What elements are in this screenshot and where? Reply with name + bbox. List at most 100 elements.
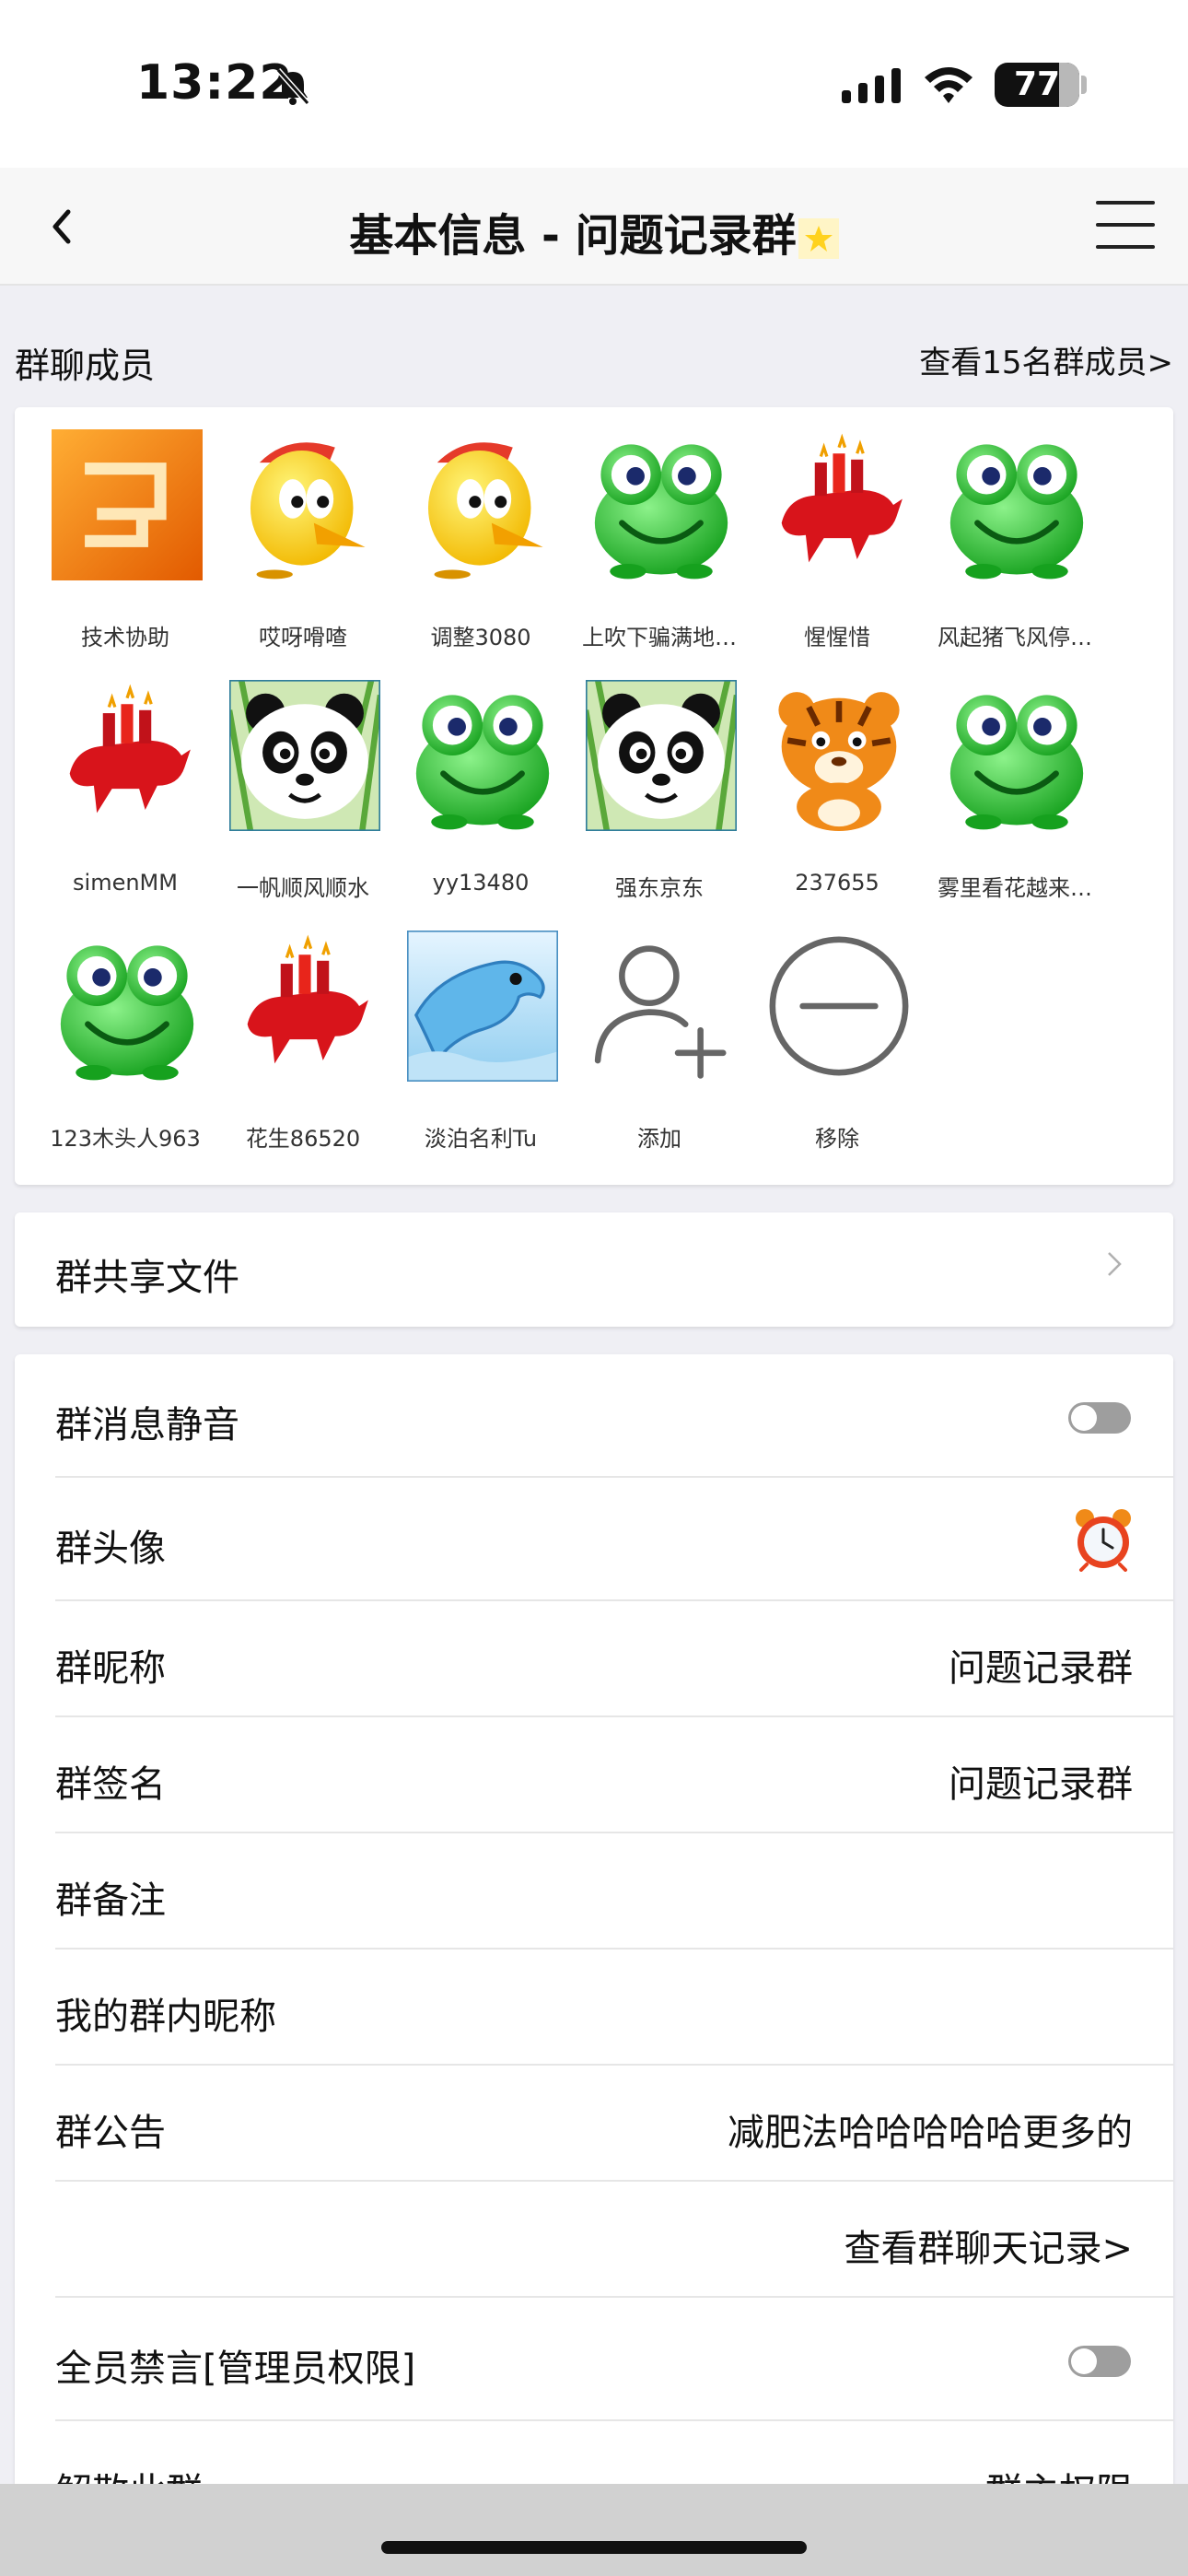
mute-toggle[interactable]	[1068, 1402, 1131, 1434]
member-item[interactable]: 一帆顺风顺水	[220, 658, 386, 901]
group-signature-value: 问题记录群	[949, 1763, 1133, 1806]
menu-line	[1096, 223, 1155, 227]
chat-history-link[interactable]: 查看群聊天记录>	[844, 2219, 1133, 2272]
mute-row: 群消息静音	[55, 1354, 1173, 1478]
member-name: 哎呀嗗喳	[259, 625, 347, 650]
panda-icon	[229, 680, 380, 831]
group-remark-label: 群备注	[55, 1879, 166, 1922]
group-remark-row[interactable]: 群备注	[55, 1833, 1173, 1950]
member-name: 调整3080	[430, 625, 531, 650]
panda-icon	[586, 680, 737, 831]
member-item[interactable]: 123木头人963	[42, 908, 208, 1152]
members-section-title: 群聊成员	[15, 345, 156, 386]
member-item[interactable]: yy13480	[398, 658, 564, 896]
orange-ma-tile-icon	[52, 429, 203, 580]
wifi-icon	[925, 67, 973, 103]
my-nickname-label: 我的群内昵称	[55, 1996, 276, 2038]
member-name: 花生86520	[245, 1126, 361, 1152]
home-indicator[interactable]	[381, 2541, 807, 2554]
red-bull-icon	[229, 931, 380, 1082]
member-name: 237655	[795, 870, 879, 896]
mute-all-toggle[interactable]	[1068, 2346, 1131, 2377]
mute-all-label: 全员禁言[管理员权限]	[55, 2348, 416, 2390]
member-item[interactable]: 强东京东	[577, 658, 742, 901]
member-item[interactable]: 雾里看花越来…	[932, 658, 1098, 901]
home-indicator-area	[0, 2484, 1188, 2576]
menu-line	[1096, 245, 1155, 249]
member-name: 技术协助	[81, 625, 169, 650]
group-avatar-label: 群头像	[55, 1528, 166, 1570]
member-item[interactable]: 花生86520	[220, 908, 386, 1152]
member-name: 惺惺惜	[804, 625, 870, 650]
my-nickname-row[interactable]: 我的群内昵称	[55, 1950, 1173, 2066]
member-name: 强东京东	[615, 875, 704, 901]
battery-nub	[1081, 76, 1087, 94]
chat-history-row[interactable]: 查看群聊天记录>	[55, 2182, 1173, 2298]
announcement-value: 减肥法哈哈哈哈哈更多的	[728, 2112, 1133, 2154]
group-signature-label: 群签名	[55, 1763, 166, 1806]
page-title-text: 基本信息 - 问题记录群	[349, 210, 797, 262]
member-name: 雾里看花越来…	[938, 875, 1092, 901]
group-avatar-row[interactable]: 群头像	[55, 1478, 1173, 1601]
member-name: 一帆顺风顺水	[237, 875, 369, 901]
settings-list: 群消息静音 群头像 群昵称 问题记录群 群签名 问题记录群 群备注 我的群内昵称…	[15, 1354, 1173, 2576]
tiger-icon	[763, 680, 914, 831]
member-item[interactable]: 淡泊名利Tu	[398, 908, 564, 1152]
yellow-chick-icon	[407, 429, 558, 580]
green-frog-icon	[586, 429, 737, 580]
group-nickname-label: 群昵称	[55, 1647, 166, 1690]
member-item[interactable]: 技术协助	[42, 407, 208, 650]
view-all-members-link[interactable]: 查看15名群成员>	[919, 337, 1173, 382]
member-item[interactable]: 风起猪飞风停…	[932, 407, 1098, 650]
red-bull-icon	[763, 429, 914, 580]
member-item[interactable]: 惺惺惜	[754, 407, 920, 650]
shared-files-inner: 群共享文件	[55, 1207, 1173, 1330]
members-grid: 技术协助 哎呀嗗喳 调整3080 上吹下骗满地… 惺惺惜 风起猪飞风停… sim…	[15, 407, 1173, 1185]
member-item[interactable]: 调整3080	[398, 407, 564, 650]
menu-line	[1096, 201, 1155, 205]
mute-all-row: 全员禁言[管理员权限]	[55, 2298, 1173, 2421]
battery-icon: 77	[995, 63, 1079, 107]
add-user-icon	[586, 931, 737, 1082]
member-item[interactable]: 上吹下骗满地…	[577, 407, 742, 650]
member-name: simenMM	[73, 870, 178, 896]
mute-label: 群消息静音	[55, 1404, 239, 1446]
member-name: yy13480	[432, 870, 530, 896]
green-frog-icon	[941, 680, 1092, 831]
group-nickname-row[interactable]: 群昵称 问题记录群	[55, 1601, 1173, 1717]
shared-files-row[interactable]: 群共享文件	[15, 1212, 1173, 1327]
announcement-label: 群公告	[55, 2112, 166, 2154]
announcement-row[interactable]: 群公告 减肥法哈哈哈哈哈更多的	[55, 2066, 1173, 2182]
green-frog-icon	[407, 680, 558, 831]
dolphin-icon	[407, 931, 558, 1082]
add-member-button[interactable]: 添加	[577, 908, 742, 1152]
group-signature-row[interactable]: 群签名 问题记录群	[55, 1717, 1173, 1833]
member-name: 风起猪飞风停…	[938, 625, 1092, 650]
chevron-right-icon	[1108, 1252, 1122, 1276]
remove-member-button[interactable]: 移除	[754, 908, 920, 1152]
green-frog-icon	[52, 931, 203, 1082]
remove-member-label: 移除	[815, 1126, 859, 1152]
member-name: 上吹下骗满地…	[582, 625, 737, 650]
member-item[interactable]: 237655	[754, 658, 920, 896]
star-icon	[798, 218, 839, 259]
page-title: 基本信息 - 问题记录群	[0, 199, 1188, 263]
status-bar: 13:22 77	[0, 0, 1188, 168]
member-item[interactable]: 哎呀嗗喳	[220, 407, 386, 650]
red-bull-icon	[52, 680, 203, 831]
battery-level: 77	[1013, 65, 1061, 103]
nav-bar: 基本信息 - 问题记录群	[0, 168, 1188, 286]
status-time: 13:22	[136, 55, 294, 111]
member-item[interactable]: simenMM	[42, 658, 208, 896]
remove-circle-icon	[763, 931, 914, 1082]
green-frog-icon	[941, 429, 1092, 580]
yellow-chick-icon	[229, 429, 380, 580]
group-nickname-value: 问题记录群	[949, 1647, 1133, 1690]
member-name: 123木头人963	[50, 1126, 201, 1152]
menu-button[interactable]	[1096, 201, 1155, 252]
add-member-label: 添加	[637, 1126, 681, 1152]
shared-files-label: 群共享文件	[55, 1257, 239, 1299]
member-name: 淡泊名利Tu	[424, 1126, 538, 1152]
bell-off-icon	[275, 68, 310, 105]
alarm-clock-icon	[1076, 1509, 1131, 1572]
